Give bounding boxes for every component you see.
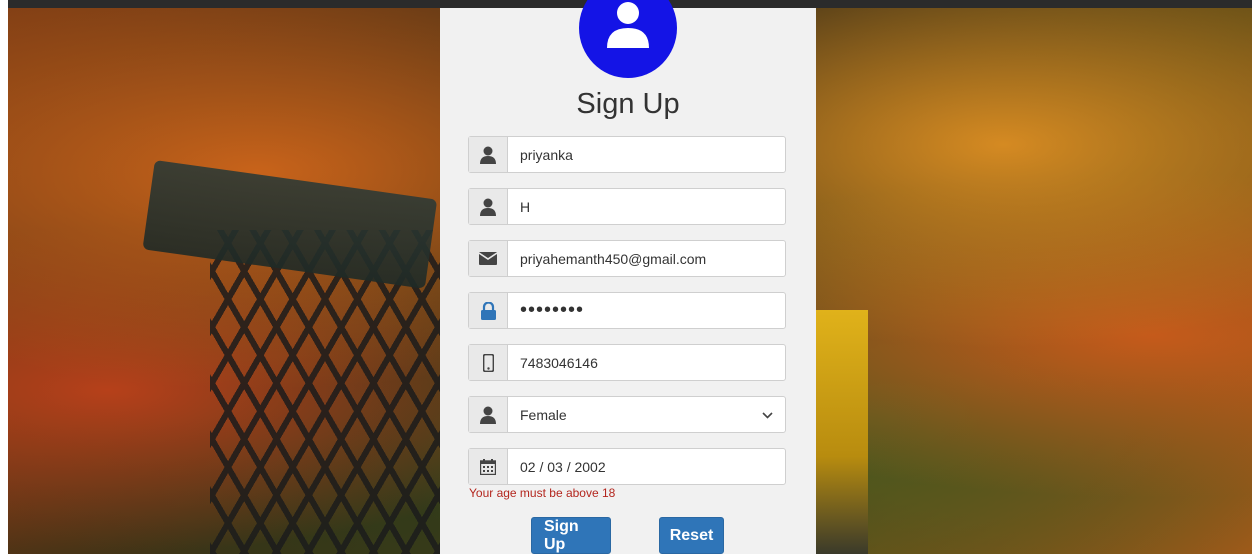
signup-panel: Sign Up priyanka H priyahemanth450@gmail… [440,0,816,554]
phone-group: 7483046146 [468,344,786,381]
email-group: priyahemanth450@gmail.com [468,240,786,277]
dob-group: 02 / 03 / 2002 [468,448,786,485]
mobile-icon [469,345,508,380]
envelope-icon [469,241,508,276]
user-icon [469,397,508,432]
password-group: •••••••• [468,292,786,329]
lock-icon [469,293,508,328]
last-name-input[interactable]: H [508,189,785,224]
gender-select[interactable]: Female [508,397,785,432]
age-error-message: Your age must be above 18 [469,486,616,500]
last-name-group: H [468,188,786,225]
reset-button[interactable]: Reset [659,517,724,554]
dob-input[interactable]: 02 / 03 / 2002 [508,449,785,484]
user-icon [469,189,508,224]
left-margin [0,0,8,554]
phone-input[interactable]: 7483046146 [508,345,785,380]
first-name-group: priyanka [468,136,786,173]
chevron-down-icon [762,407,773,422]
avatar [579,0,677,78]
user-icon [469,137,508,172]
email-input[interactable]: priyahemanth450@gmail.com [508,241,785,276]
user-icon [607,2,649,48]
calendar-icon [469,449,508,484]
password-input[interactable]: •••••••• [508,293,785,328]
background-locomotive [816,310,868,554]
signup-button[interactable]: Sign Up [531,517,611,554]
first-name-input[interactable]: priyanka [508,137,785,172]
gender-selected-value: Female [520,406,567,423]
page-title: Sign Up [576,88,680,120]
gender-group: Female [468,396,786,433]
